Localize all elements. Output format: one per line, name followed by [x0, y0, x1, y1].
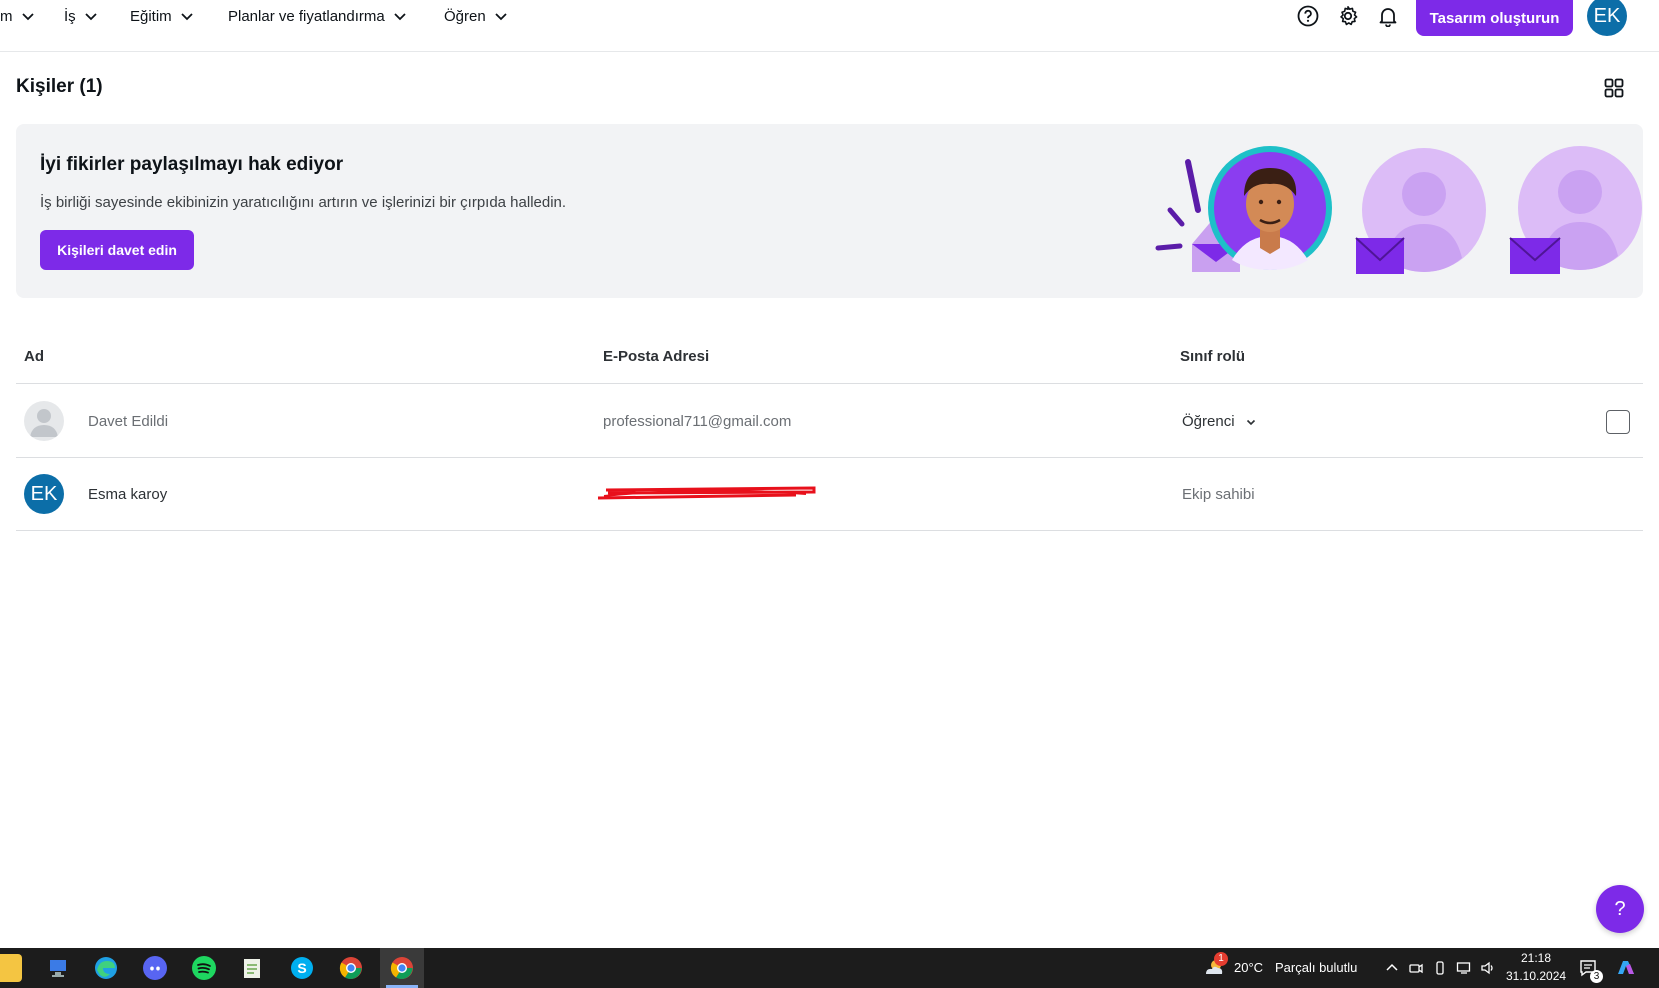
user-avatar[interactable]: EK [1587, 0, 1627, 36]
top-navigation: m İş Eğitim Planlar ve fiyatlandırma Öğr… [0, 0, 1659, 52]
members-table-header: Ad E-Posta Adresi Sınıf rolü [16, 336, 1643, 384]
member-email: professional711@gmail.com [603, 413, 792, 430]
nav-item-label: İş [64, 7, 76, 25]
spotify-icon[interactable] [190, 954, 218, 982]
table-row: Davet Edildi professional711@gmail.com Ö… [16, 385, 1643, 458]
weather-description[interactable]: Parçalı bulutlu [1275, 960, 1357, 975]
nav-item-label: Planlar ve fiyatlandırma [228, 7, 385, 25]
bell-icon[interactable] [1376, 4, 1400, 28]
skype-icon[interactable]: S [288, 954, 316, 982]
banner-subtitle: İş birliği sayesinde ekibinizin yaratıcı… [40, 194, 567, 211]
create-design-button[interactable]: Tasarım oluşturun [1416, 0, 1573, 36]
weather-temperature[interactable]: 20°C [1234, 960, 1263, 975]
page-title: Kişiler (1) [16, 76, 103, 97]
help-icon[interactable] [1296, 4, 1320, 28]
file-explorer-icon[interactable] [0, 954, 22, 982]
camera-icon[interactable] [1408, 960, 1424, 976]
invite-banner: İyi fikirler paylaşılmayı hak ediyor İş … [16, 124, 1643, 298]
chevron-down-icon [85, 13, 97, 21]
windows-taskbar: S 1 20°C Parçalı bulutlu 21:18 31.10.202… [0, 948, 1659, 988]
column-header-name: Ad [24, 348, 44, 365]
chevron-up-icon[interactable] [1384, 960, 1400, 976]
role-value: Öğrenci [1182, 413, 1235, 430]
weather-badge: 1 [1214, 952, 1228, 966]
banner-title: İyi fikirler paylaşılmayı hak ediyor [40, 154, 344, 175]
invite-people-button[interactable]: Kişileri davet edin [40, 230, 194, 270]
chrome-browser-icon[interactable] [388, 954, 416, 982]
nav-item-label: Öğren [444, 7, 486, 25]
app-root: m İş Eğitim Planlar ve fiyatlandırma Öğr… [0, 0, 1659, 988]
network-app-icon[interactable] [44, 954, 72, 982]
nav-item-label: Eğitim [130, 7, 172, 25]
clock-time[interactable]: 21:18 [1519, 951, 1553, 965]
help-fab-button[interactable]: ? [1596, 885, 1644, 933]
nav-item-learn[interactable]: Öğren [444, 6, 508, 26]
nav-item-plans-pricing[interactable]: Planlar ve fiyatlandırma [228, 6, 407, 26]
chevron-down-icon [1246, 419, 1255, 425]
gear-icon[interactable] [1336, 4, 1360, 28]
chevron-down-icon [495, 13, 507, 21]
discord-icon[interactable] [141, 954, 169, 982]
nav-item-education[interactable]: Eğitim [130, 6, 194, 26]
member-name: Esma karoy [88, 486, 168, 503]
notepad-icon[interactable] [238, 954, 266, 982]
member-name: Davet Edildi [88, 413, 169, 430]
copilot-icon[interactable] [1614, 956, 1638, 980]
member-role: Ekip sahibi [1182, 486, 1255, 503]
row-select-checkbox[interactable] [1606, 410, 1630, 434]
nav-item-partial[interactable]: m [0, 6, 35, 26]
chevron-down-icon [394, 13, 406, 21]
svg-text:S: S [297, 960, 306, 976]
redaction-scribble [597, 486, 816, 500]
member-avatar: EK [24, 474, 64, 514]
notification-count-badge: 3 [1590, 970, 1603, 983]
column-header-email: E-Posta Adresi [603, 348, 710, 365]
placeholder-avatar [24, 401, 64, 441]
banner-illustration [1155, 146, 1642, 274]
edge-browser-icon[interactable] [92, 954, 120, 982]
role-dropdown[interactable]: Öğrenci [1182, 413, 1257, 430]
grid-view-icon[interactable] [1603, 77, 1625, 99]
nav-item-business[interactable]: İş [64, 6, 98, 26]
volume-icon[interactable] [1480, 960, 1496, 976]
clock-date[interactable]: 31.10.2024 [1506, 969, 1566, 983]
nav-item-label: m [0, 7, 13, 25]
chrome-profile-icon[interactable] [337, 954, 365, 982]
column-header-role: Sınıf rolü [1180, 348, 1245, 365]
usb-icon[interactable] [1432, 960, 1448, 976]
chevron-down-icon [181, 13, 193, 21]
chevron-down-icon [21, 13, 34, 21]
network-icon[interactable] [1456, 960, 1472, 976]
table-row: EK Esma karoy Ekip sahibi [16, 458, 1643, 531]
